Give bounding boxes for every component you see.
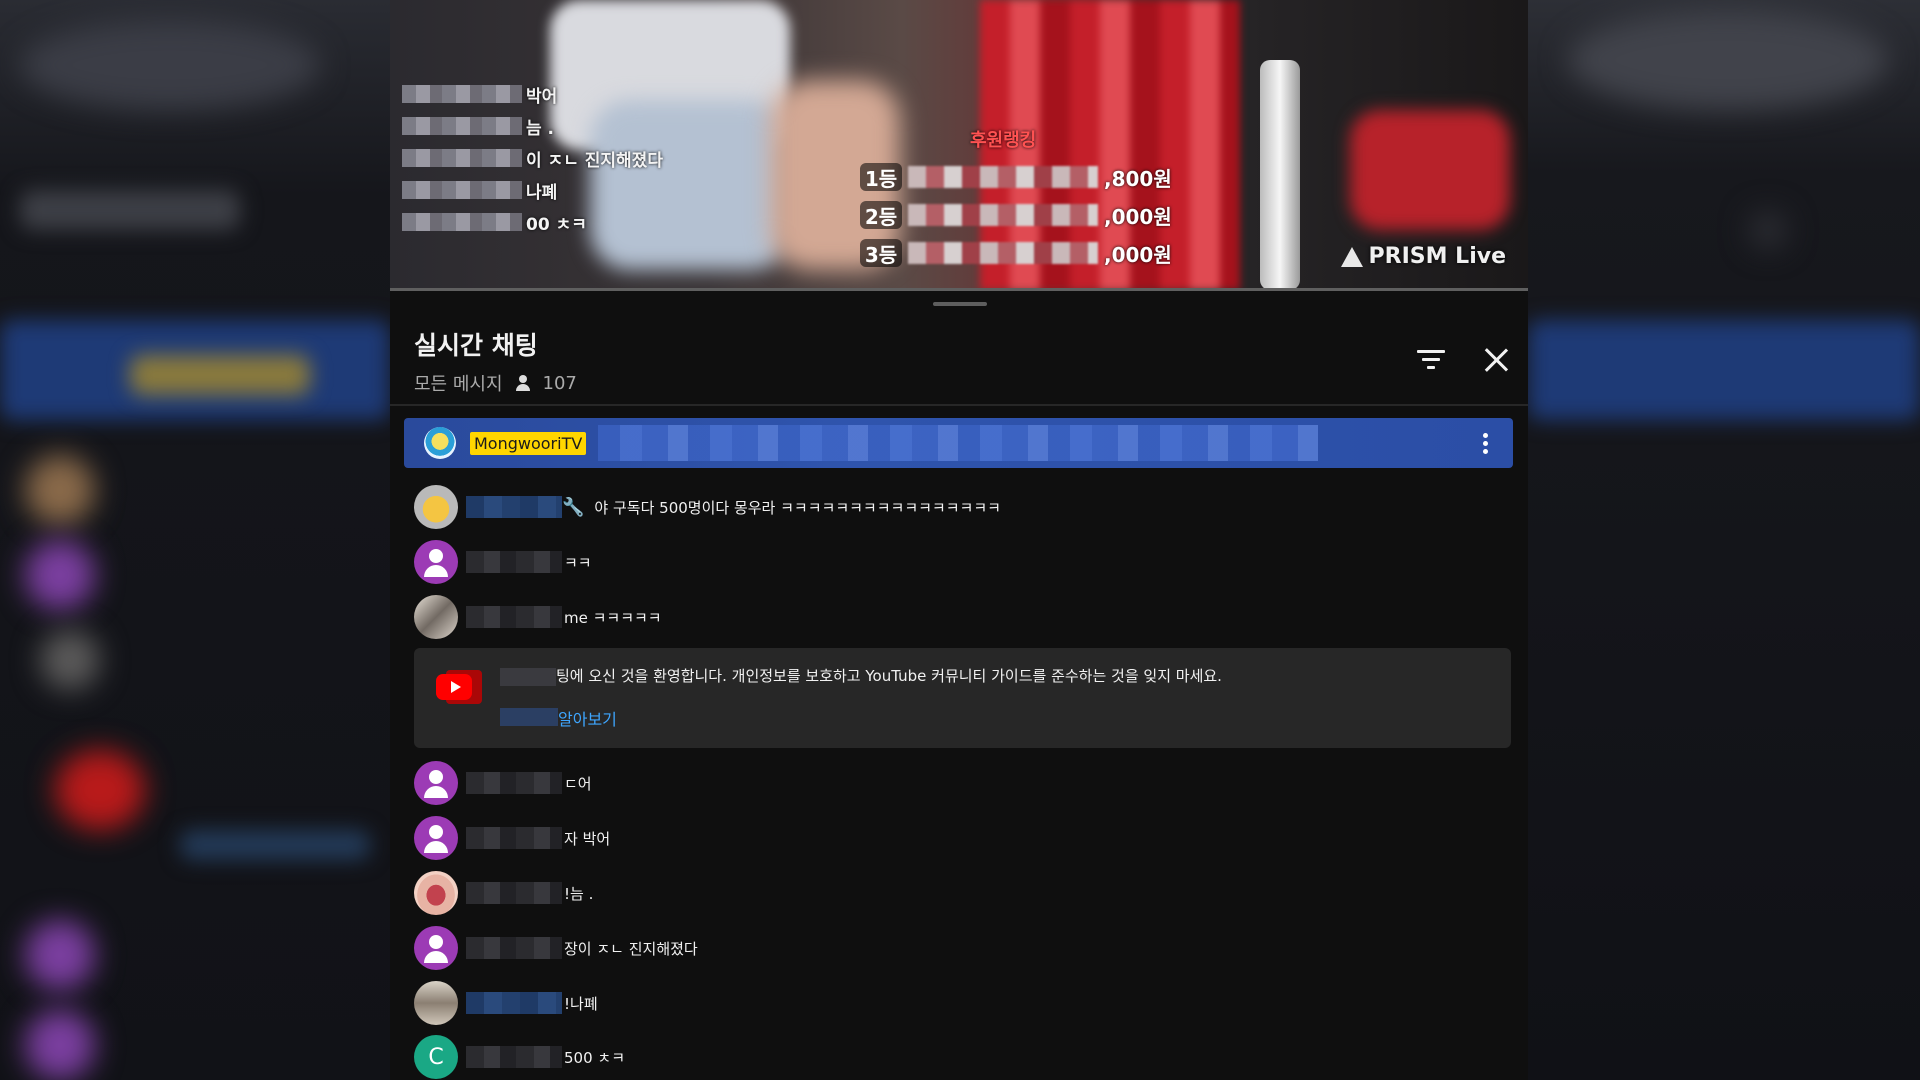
message-text: 자 박어 xyxy=(564,829,611,848)
overlay-chat-line: 나폐 xyxy=(402,174,702,206)
avatar[interactable] xyxy=(414,595,458,639)
message-text: 야 구독다 500명이다 몽우라 ㅋㅋㅋㅋㅋㅋㅋㅋㅋㅋㅋㅋㅋㅋㅋㅋ xyxy=(594,498,1001,517)
blur-shape xyxy=(180,830,370,860)
avatar[interactable]: C xyxy=(414,1035,458,1079)
overlay-chat-line: 00 ㅊㅋ xyxy=(402,206,702,238)
chat-filter-label[interactable]: 모든 메시지 xyxy=(414,370,503,396)
author-name[interactable] xyxy=(466,992,562,1014)
ranking-rank: 1등 xyxy=(860,163,902,191)
video-player[interactable]: 박어 늠 . 이 ㅈㄴ 진지해졌다 나폐 00 ㅊㅋ 후원랭킹 1등 ,800원… xyxy=(390,0,1528,290)
blur-shape xyxy=(20,20,320,110)
avatar[interactable] xyxy=(414,981,458,1025)
chat-message: 장이 ㅈㄴ 진지해졌다 xyxy=(414,925,698,971)
live-stream-view: 박어 늠 . 이 ㅈㄴ 진지해졌다 나폐 00 ㅊㅋ 후원랭킹 1등 ,800원… xyxy=(390,0,1528,1080)
header-divider xyxy=(390,404,1528,406)
drag-handle[interactable] xyxy=(933,302,987,306)
ranking-row: 2등 ,000원 xyxy=(860,198,1200,232)
blur-shape xyxy=(40,630,100,690)
viewer-icon xyxy=(515,375,531,391)
more-options-icon[interactable] xyxy=(1483,433,1489,455)
author-name[interactable] xyxy=(466,937,562,959)
video-divider xyxy=(390,288,1528,291)
background-right-blur xyxy=(1528,0,1920,1080)
prism-logo-icon xyxy=(1340,246,1363,267)
overlay-chat-line: 이 ㅈㄴ 진지해졌다 xyxy=(402,142,702,174)
message-text: 500 ㅊㅋ xyxy=(564,1048,625,1067)
pinned-message[interactable]: MongwooriTV xyxy=(404,418,1513,468)
author-name[interactable] xyxy=(466,772,562,794)
ranking-row: 1등 ,800원 xyxy=(860,160,1200,194)
filter-icon[interactable] xyxy=(1416,350,1446,372)
author-name[interactable] xyxy=(466,496,562,518)
ranking-rank: 2등 xyxy=(860,201,902,229)
close-icon[interactable] xyxy=(1480,344,1512,376)
blur-shape xyxy=(1748,210,1788,250)
ranking-rank: 3등 xyxy=(860,239,902,267)
blur-shape xyxy=(1568,10,1888,110)
pinned-message-text xyxy=(598,425,1319,461)
chat-message: !늠 . xyxy=(414,870,593,916)
avatar[interactable] xyxy=(414,761,458,805)
avatar[interactable] xyxy=(414,485,458,529)
ranking-title: 후원랭킹 xyxy=(970,130,1037,151)
author-name[interactable] xyxy=(466,551,562,573)
message-text: 장이 ㅈㄴ 진지해졌다 xyxy=(564,939,698,958)
author-name[interactable] xyxy=(466,606,562,628)
chat-title: 실시간 채팅 xyxy=(414,331,538,360)
video-content xyxy=(1260,60,1300,290)
avatar[interactable] xyxy=(424,427,456,459)
avatar[interactable] xyxy=(414,926,458,970)
youtube-icon xyxy=(436,670,482,704)
pinned-author-name[interactable]: MongwooriTV xyxy=(470,431,587,455)
chat-message: C 500 ㅊㅋ xyxy=(414,1034,625,1080)
blur-shape xyxy=(25,540,95,610)
watermark-text: PRISM Live xyxy=(1368,244,1506,269)
ranking-row: 3등 ,000원 xyxy=(860,236,1200,270)
chat-subheader: 모든 메시지 107 xyxy=(414,370,577,396)
chat-message: 자 박어 xyxy=(414,815,610,861)
prism-live-watermark: PRISM Live xyxy=(1340,244,1506,269)
chat-message: 🔧 야 구독다 500명이다 몽우라 ㅋㅋㅋㅋㅋㅋㅋㅋㅋㅋㅋㅋㅋㅋㅋㅋ xyxy=(414,484,1001,530)
ranking-amount: ,000원 xyxy=(1104,204,1172,229)
blur-shape xyxy=(25,920,95,990)
learn-more-link[interactable]: 알아보기 xyxy=(558,706,617,730)
moderator-wrench-icon: 🔧 xyxy=(562,496,585,518)
blur-shape xyxy=(130,355,310,395)
message-text: !나폐 xyxy=(564,994,598,1013)
ranking-amount: ,800원 xyxy=(1104,166,1172,191)
message-text: !늠 . xyxy=(564,884,594,903)
message-text: ㅋㅋ xyxy=(564,553,592,572)
system-message-text: 팅에 오신 것을 환영합니다. 개인정보를 보호하고 YouTube 커뮤니티 … xyxy=(556,667,1222,685)
author-name[interactable] xyxy=(466,1046,562,1068)
message-text: ㄷ어 xyxy=(564,774,592,793)
chat-message: ㅋㅋ xyxy=(414,539,592,585)
avatar[interactable] xyxy=(414,871,458,915)
author-name[interactable] xyxy=(466,882,562,904)
system-welcome-message: 팅에 오신 것을 환영합니다. 개인정보를 보호하고 YouTube 커뮤니티 … xyxy=(414,648,1511,748)
avatar[interactable] xyxy=(414,816,458,860)
video-content xyxy=(1350,110,1510,230)
overlay-chat-line: 박어 xyxy=(402,78,702,110)
ranking-amount: ,000원 xyxy=(1104,242,1172,267)
blur-shape xyxy=(1528,320,1920,420)
blur-shape xyxy=(20,190,240,230)
blur-shape xyxy=(25,455,95,525)
viewer-count: 107 xyxy=(542,372,577,394)
chat-header: 실시간 채팅 모든 메시지 107 xyxy=(414,326,577,396)
chat-message: ㄷ어 xyxy=(414,760,592,806)
overlay-chat: 박어 늠 . 이 ㅈㄴ 진지해졌다 나폐 00 ㅊㅋ xyxy=(402,78,702,238)
avatar[interactable] xyxy=(414,540,458,584)
chat-message: me ㅋㅋㅋㅋㅋ xyxy=(414,594,662,640)
background-left-blur xyxy=(0,0,390,1080)
blur-shape xyxy=(55,750,145,830)
chat-message: !나폐 xyxy=(414,980,598,1026)
overlay-chat-line: 늠 . xyxy=(402,110,702,142)
author-name[interactable] xyxy=(466,827,562,849)
blur-shape xyxy=(25,1010,95,1080)
message-text: me ㅋㅋㅋㅋㅋ xyxy=(564,608,662,627)
